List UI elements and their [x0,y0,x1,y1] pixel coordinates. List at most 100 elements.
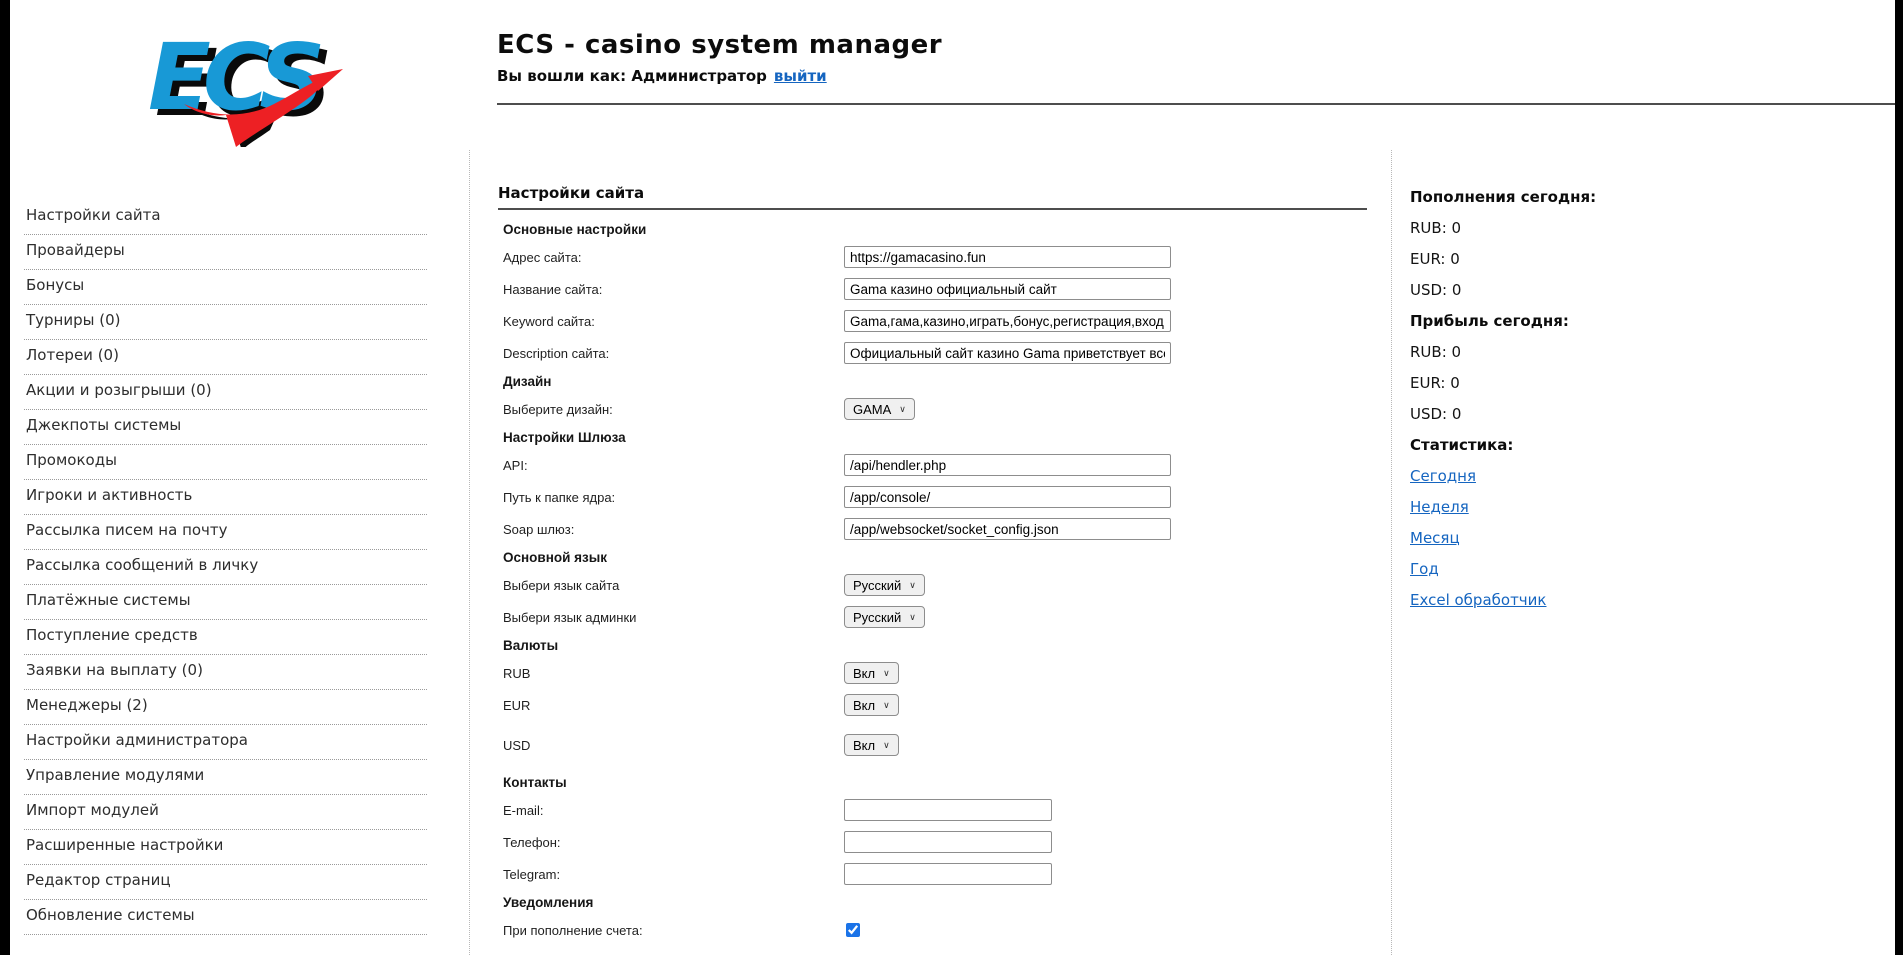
header-text: ECS - casino system manager Вы вошли как… [497,30,942,85]
header-divider [497,103,1895,105]
stat-link[interactable]: Месяц [1410,529,1460,547]
field-label: Telegram: [503,867,844,882]
sidebar-item[interactable]: Обновление системы [24,900,427,935]
stat-value: RUB: 0 [1410,219,1885,237]
form-row: Выберите дизайн: GAMA ∨ [498,398,1367,420]
form-row: USD Вкл ∨ [498,734,1367,756]
stat-value: EUR: 0 [1410,250,1885,268]
text-input[interactable] [844,454,1171,476]
text-input[interactable] [844,518,1171,540]
page-title: ECS - casino system manager [497,30,942,60]
sidebar-item[interactable]: Рассылка писем на почту [24,515,427,550]
notification-checkbox[interactable] [846,923,860,937]
content: Настройки сайта Провайдеры Бонусы Турнир… [10,150,1895,955]
deposits-today-title: Пополнения сегодня: [1410,188,1885,206]
form-section-title: Настройки Шлюза [498,430,1367,446]
field-label: API: [503,458,844,473]
sidebar-item[interactable]: Бонусы [24,270,427,305]
sidebar-item-label: Редактор страниц [26,871,171,889]
form-section-title: Контакты [498,775,1367,791]
sidebar-item[interactable]: Провайдеры [24,235,427,270]
sidebar-item[interactable]: Заявки на выплату (0) [24,655,427,690]
form-row: RUB Вкл ∨ [498,662,1367,684]
field-label: Название сайта: [503,282,844,297]
sidebar-item-label: Рассылка писем на почту [26,521,228,539]
form-row: Выбери язык сайта Русский ∨ [498,574,1367,596]
login-line: Вы вошли как: Администратор выйти [497,67,942,85]
sidebar-item[interactable]: Поступление средств [24,620,427,655]
stat-value: USD: 0 [1410,281,1885,299]
form-section-title: Основные настройки [498,222,1367,238]
sidebar-item-label: Управление модулями [26,766,204,784]
field-label: E-mail: [503,803,844,818]
form-section-title: Валюты [498,638,1367,654]
select-dropdown[interactable]: GAMA ∨ [844,398,915,420]
sidebar-item-label: Обновление системы [26,906,195,924]
field-label: Телефон: [503,835,844,850]
sidebar-item[interactable]: Менеджеры (2) [24,690,427,725]
text-input[interactable] [844,863,1052,885]
sidebar-item[interactable]: Турниры (0) [24,305,427,340]
sidebar-item-label: Импорт модулей [26,801,159,819]
ecs-logo: ECS ECS [140,14,345,147]
chevron-down-icon: ∨ [883,701,890,710]
text-input[interactable] [844,278,1171,300]
select-dropdown[interactable]: Русский ∨ [844,606,925,628]
sidebar-item[interactable]: Расширенные настройки [24,830,427,865]
stat-link[interactable]: Excel обработчик [1410,591,1546,609]
stat-link[interactable]: Сегодня [1410,467,1476,485]
sidebar-item[interactable]: Настройки сайта [24,200,427,235]
sidebar-item[interactable]: Управление модулями [24,760,427,795]
text-input[interactable] [844,486,1171,508]
field-label: Выбери язык сайта [503,578,844,593]
site-settings-form: Основные настройки Адрес сайта: Название… [498,222,1367,941]
form-section-title: Уведомления [498,895,1367,911]
sidebar-item[interactable]: Редактор страниц [24,865,427,900]
form-row: Путь к папке ядра: [498,486,1367,508]
sidebar-item[interactable]: Промокоды [24,445,427,480]
text-input[interactable] [844,246,1171,268]
site-settings-panel: Настройки сайта Основные настройки Адрес… [469,150,1392,955]
field-label: EUR [503,698,844,713]
select-dropdown[interactable]: Вкл ∨ [844,694,899,716]
sidebar-item-label: Провайдеры [26,241,125,259]
stat-link[interactable]: Год [1410,560,1439,578]
sidebar-item-label: Бонусы [26,276,84,294]
text-input[interactable] [844,799,1052,821]
statistics-links: Сегодня Неделя Месяц Год Excel обработчик [1410,467,1885,609]
form-row: Telegram: [498,863,1367,885]
text-input[interactable] [844,831,1052,853]
select-dropdown[interactable]: Вкл ∨ [844,662,899,684]
form-row: Название сайта: [498,278,1367,300]
select-dropdown[interactable]: Вкл ∨ [844,734,899,756]
select-value: Русский [853,578,901,593]
sidebar-item[interactable]: Рассылка сообщений в личку [24,550,427,585]
sidebar-item[interactable]: Настройки администратора [24,725,427,760]
sidebar-item-label: Расширенные настройки [26,836,223,854]
sidebar-item[interactable]: Платёжные системы [24,585,427,620]
form-row: Keyword сайта: [498,310,1367,332]
sidebar-item[interactable]: Джекпоты системы [24,410,427,445]
sidebar-item[interactable]: Лотереи (0) [24,340,427,375]
field-label: Soap шлюз: [503,522,844,537]
select-dropdown[interactable]: Русский ∨ [844,574,925,596]
sidebar-item-label: Лотереи (0) [26,346,119,364]
stats-panel: Пополнения сегодня: RUB: 0EUR: 0USD: 0 П… [1392,150,1895,955]
sidebar-item[interactable]: Игроки и активность [24,480,427,515]
main-panel-divider [498,208,1367,210]
field-label: Description сайта: [503,346,844,361]
sidebar-item[interactable]: Акции и розыгрыши (0) [24,375,427,410]
login-status: Вы вошли как: Администратор [497,67,767,85]
form-row: Выбери язык админки Русский ∨ [498,606,1367,628]
select-value: Русский [853,610,901,625]
stat-value: RUB: 0 [1410,343,1885,361]
text-input[interactable] [844,310,1171,332]
text-input[interactable] [844,342,1171,364]
form-row: E-mail: [498,799,1367,821]
logout-link[interactable]: выйти [774,67,827,85]
form-row: Description сайта: [498,342,1367,364]
select-value: Вкл [853,666,875,681]
sidebar-item[interactable]: Импорт модулей [24,795,427,830]
field-label: Путь к папке ядра: [503,490,844,505]
stat-link[interactable]: Неделя [1410,498,1469,516]
